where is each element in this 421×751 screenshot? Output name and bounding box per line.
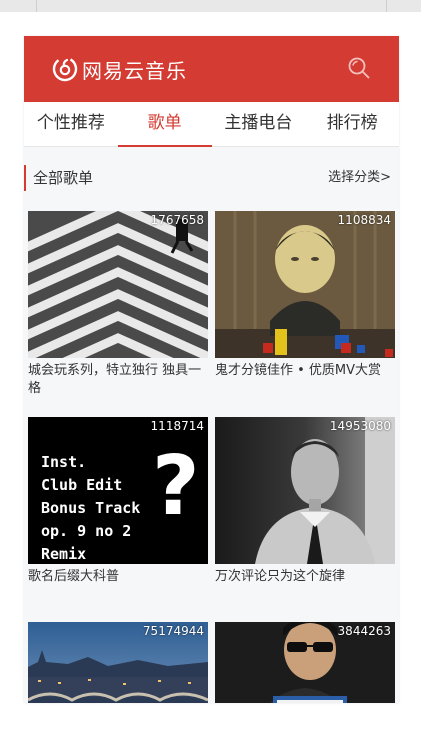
play-count: 1767658 [150,213,204,227]
playlist-cover: 14953080 [215,417,395,564]
playlist-name: 鬼才分镜佳作 • 优质MV大赏 [215,363,382,378]
cover-text-block: Inst. Club Edit Bonus Track op. 9 no 2 R… [41,451,140,564]
tab-radio[interactable]: 主播电台 [212,102,306,146]
zebra-crossing-image [28,211,208,358]
play-count: 75174944 [142,624,204,638]
play-count: 1108834 [337,213,391,227]
playlist-card[interactable]: Inst. Club Edit Bonus Track op. 9 no 2 R… [28,417,208,604]
tab-charts[interactable]: 排行榜 [305,102,399,146]
playlist-card[interactable]: 14953080 万次评论只为这个旋律 [215,417,395,604]
browser-strip [0,0,421,12]
cover-text-line: Bonus Track [41,499,141,517]
playlist-name: 城会玩系列，特立独行 独具一格 [28,363,202,396]
section-header: 全部歌单 选择分类> [24,163,399,193]
question-mark-symbol: ? [152,439,200,534]
playlist-cover: 75174944 [28,622,208,703]
mobile-viewport: 网易云音乐 个性推荐 歌单 主播电台 排行榜 全部歌单 选择分类> 176765… [24,36,399,703]
tab-playlists[interactable]: 歌单 [117,102,212,147]
playlist-cover: 3844263 [215,622,395,703]
tab-recommend[interactable]: 个性推荐 [24,102,118,146]
playlist-card[interactable]: 1108834 鬼才分镜佳作 • 优质MV大赏 [215,211,395,398]
playlist-card[interactable]: 1767658 城会玩系列，特立独行 独具一格 [28,211,208,398]
netease-music-logo-icon [52,56,78,82]
playlist-cover: 1108834 [215,211,395,358]
portrait-image [215,417,395,564]
section-title: 全部歌单 [24,165,93,191]
playlist-card[interactable]: 75174944 [28,622,208,703]
browser-divider [386,0,387,12]
browser-divider [36,0,37,12]
cover-text-line: Inst. [41,453,87,471]
app-header: 网易云音乐 [24,36,399,102]
painting-image [215,211,395,358]
play-count: 3844263 [337,624,391,638]
cover-text-line: Remix [41,545,87,563]
playlist-cover: 1767658 [28,211,208,358]
playlist-card[interactable]: 3844263 [215,622,395,703]
app-title: 网易云音乐 [82,58,187,83]
playlist-name: 歌名后缀大科普 [28,569,120,584]
cover-text-line: op. 9 no 2 [41,522,132,540]
search-icon[interactable] [347,56,371,80]
tab-bar: 个性推荐 歌单 主播电台 排行榜 [24,102,399,147]
app-logo[interactable]: 网易云音乐 [52,54,187,84]
playlist-cover: Inst. Club Edit Bonus Track op. 9 no 2 R… [28,417,208,564]
playlist-name: 万次评论只为这个旋律 [215,569,346,584]
play-count: 1118714 [150,419,204,433]
choose-category-link[interactable]: 选择分类> [328,165,391,191]
play-count: 14953080 [329,419,391,433]
cover-text-line: Club Edit [41,476,123,494]
